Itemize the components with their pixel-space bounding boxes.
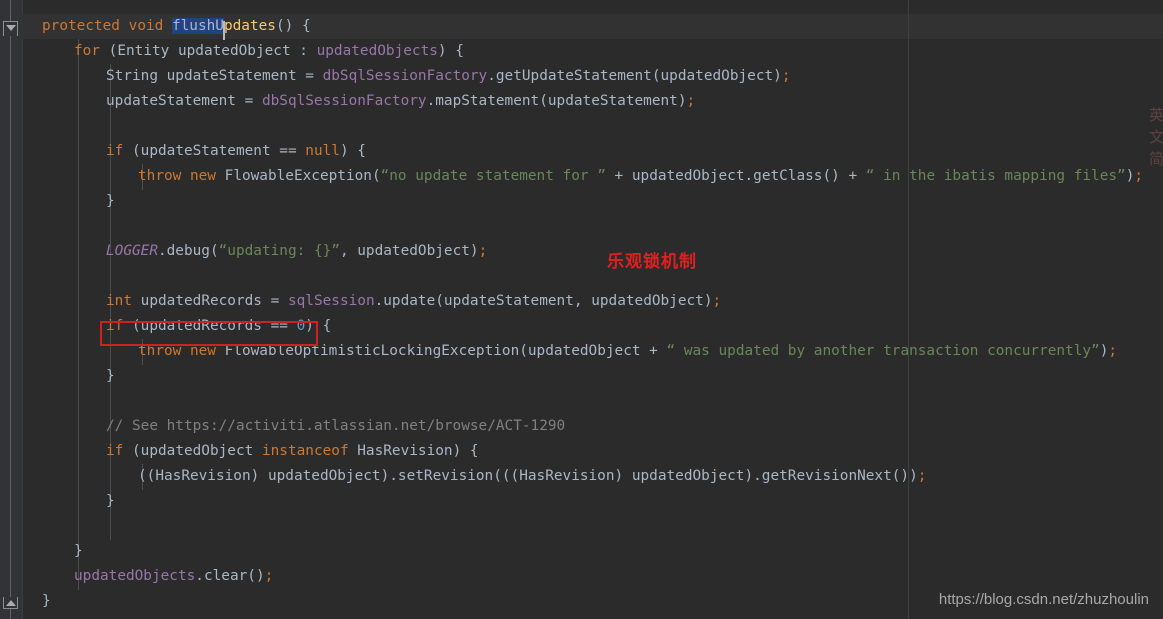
code-line[interactable]: if (updateStatement == null) { [106,139,366,164]
code-line[interactable]: } [74,539,83,564]
red-annotation-label: 乐观锁机制 [607,252,697,272]
code-line[interactable]: if (updatedRecords == 0) { [106,314,331,339]
ime-glyph: 文 [1149,128,1163,146]
ime-glyph: 英 [1149,106,1163,124]
watermark-label: https://blog.csdn.net/zhuzhoulin [938,591,1149,608]
code-line[interactable]: LOGGER.debug(“updating: {}”, updatedObje… [106,239,487,264]
code-line[interactable]: int updatedRecords = sqlSession.update(u… [106,289,721,314]
code-line[interactable]: // See https://activiti.atlassian.net/br… [106,414,565,439]
code-line[interactable]: for (Entity updatedObject : updatedObjec… [74,39,464,64]
code-line[interactable]: ((HasRevision) updatedObject).setRevisio… [138,464,926,489]
code-line[interactable]: updatedObjects.clear(); [74,564,273,589]
right-margin-ruler [908,0,909,619]
indent-guide [78,39,79,590]
code-folding-gutter[interactable] [0,0,23,619]
code-line[interactable]: } [42,589,51,614]
code-surface[interactable]: protected void flushU pdates() {for (Enti… [22,0,1163,619]
fold-region-line [10,0,11,619]
code-line[interactable]: } [106,189,115,214]
code-line[interactable]: } [106,364,115,389]
code-line[interactable]: throw new FlowableException(“no update s… [138,164,1143,189]
ime-indicator-strip: 英文简 [1149,104,1163,170]
code-line[interactable]: updateStatement = dbSqlSessionFactory.ma… [106,89,695,114]
fold-collapse-icon-bottom[interactable] [3,597,18,609]
code-line[interactable]: } [106,489,115,514]
code-line[interactable]: String updateStatement = dbSqlSessionFac… [106,64,790,89]
code-line[interactable]: protected void flushU pdates() { [42,14,311,40]
code-line[interactable]: if (updatedObject instanceof HasRevision… [106,439,479,464]
code-editor[interactable]: protected void flushU pdates() {for (Enti… [0,0,1163,619]
ime-glyph: 简 [1149,150,1163,168]
fold-collapse-icon-top[interactable] [3,21,18,36]
code-line[interactable]: throw new FlowableOptimisticLockingExcep… [138,339,1117,364]
